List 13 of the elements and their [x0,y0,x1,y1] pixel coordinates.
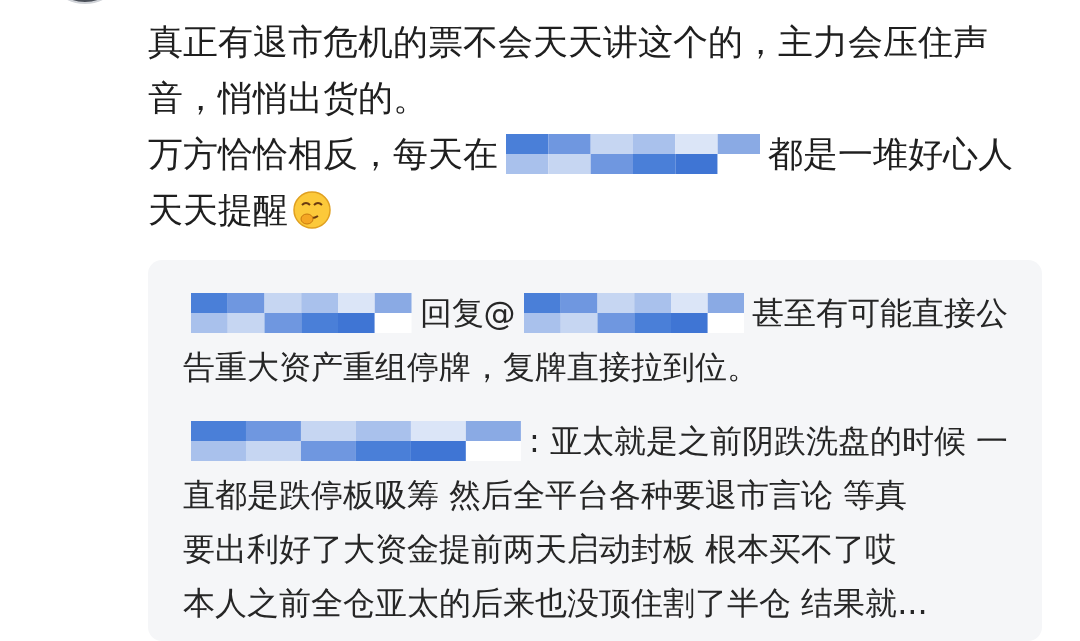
comment-text: 音，悄悄出货的。 [148,77,428,120]
reply-text: 甚至有可能直接公 [752,293,1008,334]
reply-text: 本人之前全仓亚太的后来也没顶住割了半仓 结果就... [183,583,928,624]
reply-text: 直都是跌停板吸筹 然后全平台各种要退市言论 等真 [183,475,908,516]
comment-text: 真正有退市危机的票不会天天讲这个的，主力会压住声 [148,21,988,64]
comment-text: 都是一堆好心人 [768,133,1013,176]
comment-text: 天天提醒 [148,189,288,232]
reply-text: 回复@ [419,293,516,334]
reply-text: 告重大资产重组停牌，复牌直接拉到位。 [183,347,759,388]
smirking-emoji-icon [292,190,332,230]
comment-text: 万方恰恰相反，每天在 [148,133,498,176]
reply-text: : 亚太就是之前阴跌洗盘的时候 一 [528,421,1008,462]
reply-text: 要出利好了大资金提前两天启动封板 根本买不了哎 [183,529,898,570]
